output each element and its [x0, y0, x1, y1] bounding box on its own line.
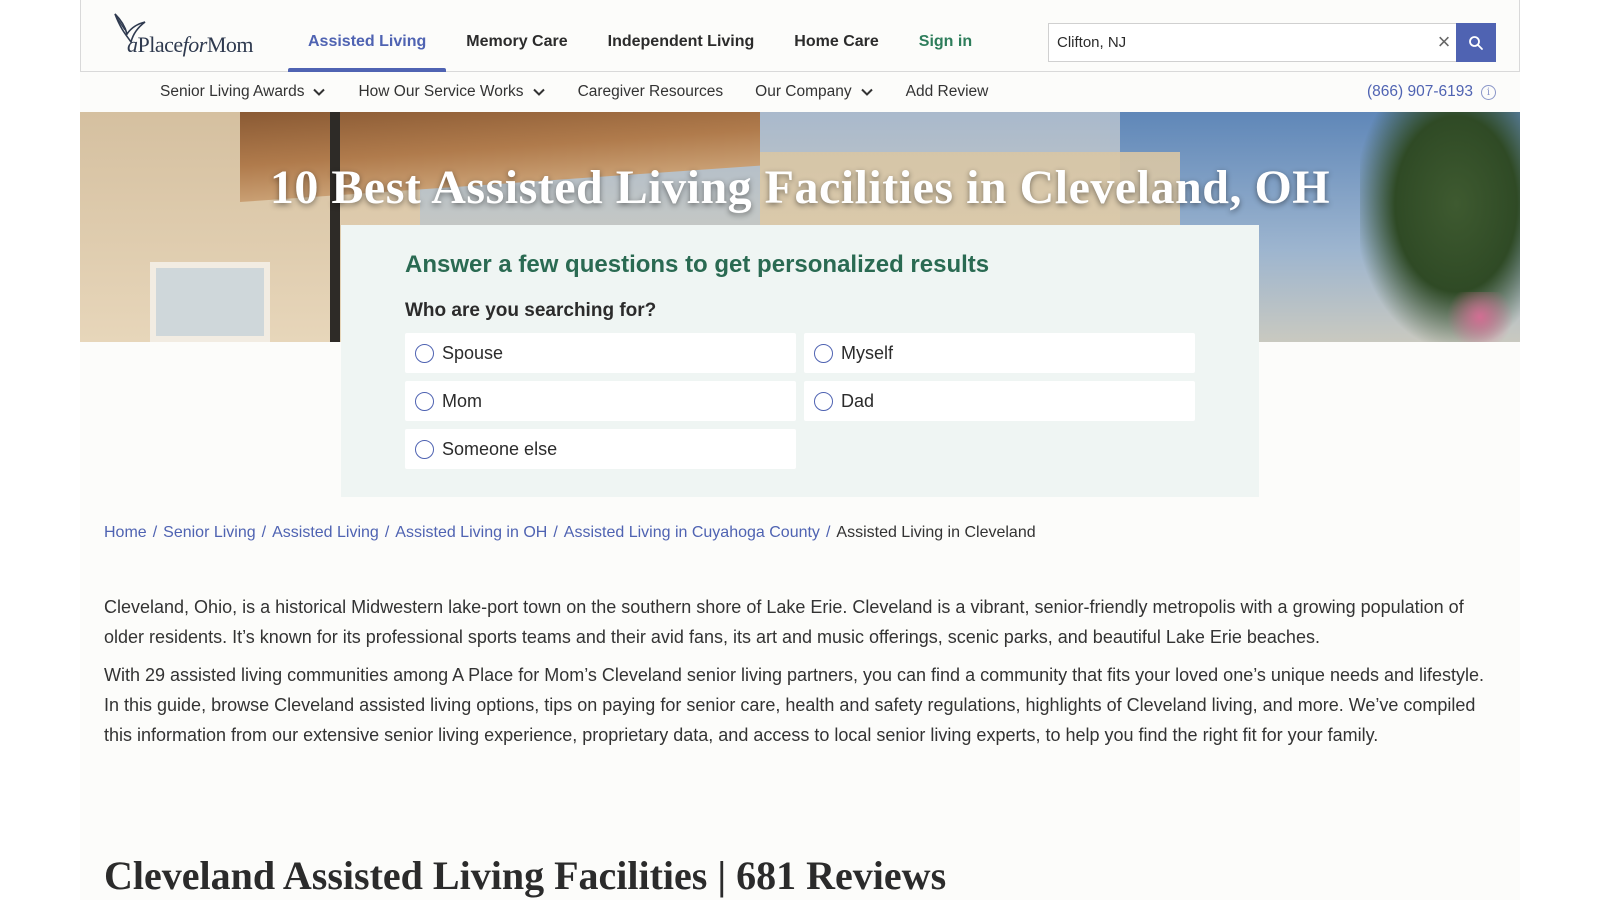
- subnav-senior-living-awards[interactable]: Senior Living Awards: [144, 72, 342, 112]
- option-spouse[interactable]: Spouse: [405, 333, 796, 373]
- nav-home-care[interactable]: Home Care: [774, 0, 898, 72]
- option-someone-else[interactable]: Someone else: [405, 429, 796, 469]
- hero-window: [150, 262, 270, 342]
- nav-memory-care[interactable]: Memory Care: [446, 0, 587, 72]
- option-label: Someone else: [442, 439, 558, 459]
- breadcrumb-senior-living[interactable]: Senior Living: [163, 524, 256, 542]
- breadcrumb-assisted-living-oh[interactable]: Assisted Living in OH: [395, 524, 547, 542]
- clear-search-icon[interactable]: ×: [1433, 30, 1455, 54]
- radio-button[interactable]: [415, 344, 434, 363]
- info-icon[interactable]: i: [1481, 84, 1496, 100]
- nav-assisted-living[interactable]: Assisted Living: [288, 0, 447, 72]
- breadcrumb-assisted-living-cuyahoga[interactable]: Assisted Living in Cuyahoga County: [564, 524, 820, 542]
- subnav-label: How Our Service Works: [358, 83, 524, 100]
- sign-in-link[interactable]: Sign in: [899, 0, 992, 72]
- subnav-how-our-service-works[interactable]: How Our Service Works: [342, 72, 561, 112]
- secondary-nav: Senior Living Awards How Our Service Wor…: [80, 72, 1520, 112]
- option-dad[interactable]: Dad: [804, 381, 1195, 421]
- option-myself[interactable]: Myself: [804, 333, 1195, 373]
- intro-paragraph-2: With 29 assisted living communities amon…: [104, 665, 1485, 745]
- questionnaire-question: Who are you searching for?: [405, 300, 657, 321]
- page-title: 10 Best Assisted Living Facilities in Cl…: [269, 161, 1331, 214]
- breadcrumb: Home / Senior Living / Assisted Living /…: [104, 524, 1036, 542]
- questionnaire-heading: Answer a few questions to get personaliz…: [405, 251, 990, 278]
- subnav-label: Our Company: [755, 83, 852, 100]
- option-label: Dad: [841, 391, 875, 411]
- main-nav: Assisted Living Memory Care Independent …: [288, 0, 992, 72]
- facilities-section-title: Cleveland Assisted Living Facilities | 6…: [104, 853, 947, 898]
- breadcrumb-separator: /: [384, 524, 390, 541]
- chevron-down-icon: [532, 88, 545, 96]
- top-header: aPlaceforMom Assisted Living Memory Care…: [80, 0, 1520, 72]
- breadcrumb-separator: /: [152, 524, 158, 541]
- logo[interactable]: aPlaceforMom: [111, 10, 271, 62]
- radio-button[interactable]: [415, 440, 434, 459]
- hero-flowers: [1440, 292, 1520, 342]
- subnav-label: Caregiver Resources: [577, 83, 724, 100]
- chevron-down-icon: [860, 88, 873, 96]
- option-label: Mom: [442, 391, 482, 411]
- option-label: Spouse: [442, 343, 504, 363]
- nav-independent-living[interactable]: Independent Living: [588, 0, 775, 72]
- chevron-down-icon: [313, 88, 326, 96]
- breadcrumb-separator: /: [261, 524, 267, 541]
- subnav-label: Senior Living Awards: [160, 83, 305, 100]
- location-search-input[interactable]: [1049, 24, 1409, 61]
- breadcrumb-assisted-living[interactable]: Assisted Living: [272, 524, 379, 542]
- logo-wordmark: aPlaceforMom: [127, 32, 254, 57]
- search-icon: [1469, 36, 1483, 50]
- breadcrumb-separator: /: [553, 524, 558, 541]
- breadcrumb-current: Assisted Living in Cleveland: [836, 524, 1036, 541]
- radio-button[interactable]: [415, 392, 434, 411]
- hero-lamp-post: [330, 112, 340, 342]
- search-button[interactable]: [1456, 23, 1496, 62]
- radio-button[interactable]: [814, 392, 833, 411]
- subnav-label: Add Review: [905, 83, 989, 100]
- radio-button[interactable]: [814, 344, 833, 363]
- phone-number: (866) 907-6193: [1367, 83, 1473, 100]
- location-search: ×: [1048, 23, 1466, 62]
- subnav-caregiver-resources[interactable]: Caregiver Resources: [562, 72, 740, 112]
- secondary-nav-items: Senior Living Awards How Our Service Wor…: [144, 72, 1004, 112]
- option-label: Myself: [841, 343, 894, 363]
- breadcrumb-home[interactable]: Home: [104, 524, 147, 542]
- breadcrumb-separator: /: [825, 524, 831, 541]
- subnav-add-review[interactable]: Add Review: [890, 72, 1005, 112]
- option-mom[interactable]: Mom: [405, 381, 796, 421]
- subnav-our-company[interactable]: Our Company: [739, 72, 889, 112]
- phone-number-link[interactable]: (866) 907-6193 i: [1367, 72, 1496, 112]
- questionnaire-card: Answer a few questions to get personaliz…: [341, 225, 1259, 497]
- intro-paragraph-1: Cleveland, Ohio, is a historical Midwest…: [104, 597, 1464, 647]
- page: aPlaceforMom Assisted Living Memory Care…: [80, 0, 1520, 900]
- intro-text: Cleveland, Ohio, is a historical Midwest…: [104, 592, 1494, 758]
